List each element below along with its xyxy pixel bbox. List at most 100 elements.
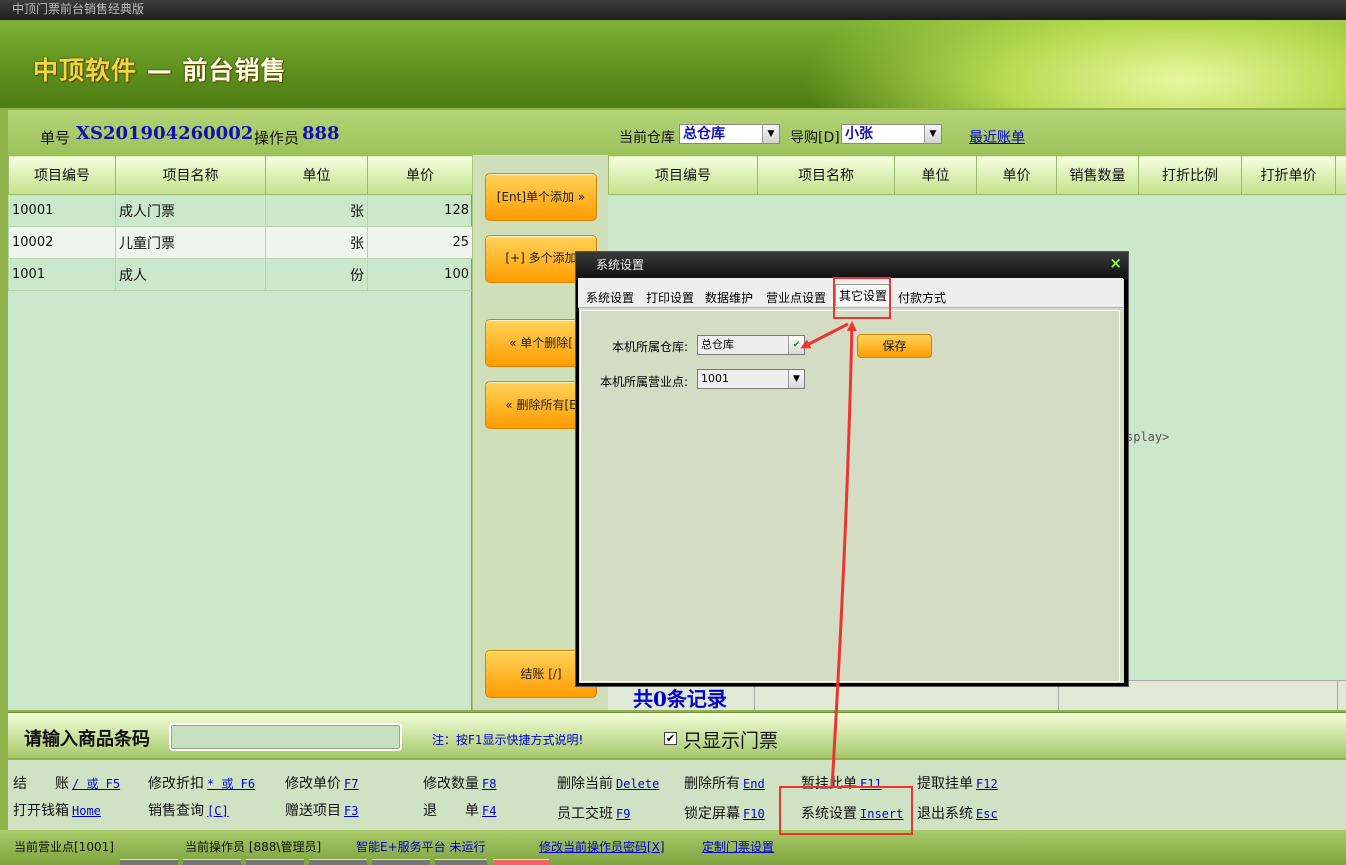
shortcut-price[interactable]: 修改单价 F7 (285, 773, 358, 793)
shortcut-key[interactable]: F12 (976, 777, 998, 791)
shortcut-discount[interactable]: 修改折扣 * 或 F6 (148, 773, 255, 793)
tab-system-settings[interactable]: 系统设置 (586, 289, 634, 306)
shortcut-lock[interactable]: 锁定屏幕 F10 (684, 803, 765, 823)
cell-unit: 张 (265, 226, 368, 259)
col-header-unit[interactable]: 单位 (265, 155, 368, 195)
taskbar-item[interactable] (183, 859, 241, 865)
local-warehouse-label: 本机所属仓库: (612, 340, 689, 354)
brand-logo: 中顶软件 — 前台销售 (33, 51, 286, 87)
taskbar-item[interactable] (435, 859, 487, 865)
order-no-label: 单号 (40, 129, 71, 147)
col-header-name[interactable]: 项目名称 (115, 155, 266, 195)
shortcut-gift[interactable]: 赠送项目 F3 (285, 800, 358, 820)
shortcut-delete-current[interactable]: 删除当前 Delete (557, 773, 659, 793)
col-header-name[interactable]: 项目名称 (757, 155, 895, 195)
add-one-button[interactable]: [Ent]单个添加 » (485, 173, 597, 221)
col-header-code[interactable]: 项目编号 (8, 155, 116, 195)
col-header-unit[interactable]: 单位 (894, 155, 977, 195)
tab-data-maintenance[interactable]: 数据维护 (705, 289, 753, 306)
brand-module: 前台销售 (182, 56, 287, 85)
shortcut-key[interactable]: F3 (344, 804, 358, 818)
local-warehouse-select[interactable]: 总仓库 ✔ (697, 335, 805, 355)
shortcut-key[interactable]: End (743, 777, 765, 791)
barcode-input[interactable] (169, 723, 402, 751)
guide-label: 导购[D] (790, 130, 840, 146)
shortcut-key[interactable]: Delete (616, 777, 659, 791)
shortcut-key[interactable]: / 或 F5 (72, 777, 120, 791)
guide-select[interactable]: 小张 ▼ (841, 124, 942, 144)
col-header-extra (1335, 155, 1346, 195)
save-button[interactable]: 保存 (857, 334, 932, 358)
close-icon[interactable]: × (1109, 254, 1122, 272)
shortcut-key[interactable]: F7 (344, 777, 358, 791)
col-header-discount-rate[interactable]: 打折比例 (1138, 155, 1242, 195)
ticket-setup-link[interactable]: 定制门票设置 (702, 838, 774, 855)
col-header-quantity[interactable]: 销售数量 (1056, 155, 1139, 195)
status-service[interactable]: 智能E+服务平台 未运行 (356, 838, 485, 855)
shortcut-label: 锁定屏幕 (684, 806, 740, 822)
shortcut-refund[interactable]: 退 单 F4 (423, 800, 496, 820)
shortcut-checkout[interactable]: 结 账 / 或 F5 (13, 773, 120, 793)
shortcut-key[interactable]: [C] (207, 804, 229, 818)
shortcut-key[interactable]: F9 (616, 807, 630, 821)
local-branch-value: 1001 (701, 372, 729, 385)
brand-name: 中顶软件 (33, 56, 138, 85)
only-tickets-label[interactable]: 只显示门票 (683, 726, 778, 753)
local-branch-select[interactable]: 1001 ▼ (697, 369, 805, 389)
shortcut-cashbox[interactable]: 打开钱箱 Home (13, 800, 101, 820)
col-header-discount-price[interactable]: 打折单价 (1241, 155, 1336, 195)
window-title: 中顶门票前台销售经典版 (12, 2, 145, 16)
shortcut-label: 提取挂单 (917, 776, 973, 792)
only-tickets-checkbox[interactable]: ✔ (664, 732, 677, 745)
status-branch: 当前营业点[1001] (14, 840, 114, 854)
table-row[interactable]: 1001 成人 份 100 (8, 258, 473, 291)
shortcut-key[interactable]: F4 (482, 804, 496, 818)
recent-bills-link[interactable]: 最近账单 (969, 127, 1025, 147)
taskbar-item[interactable] (246, 859, 304, 865)
tab-payment-methods[interactable]: 付款方式 (898, 289, 946, 306)
footer-cell (1136, 681, 1338, 710)
cell-price: 100 (367, 258, 473, 291)
shortcut-shift[interactable]: 员工交班 F9 (557, 803, 630, 823)
warehouse-select[interactable]: 总仓库 ▼ (679, 124, 780, 144)
shortcut-exit[interactable]: 退出系统 Esc (917, 803, 998, 823)
change-password-link[interactable]: 修改当前操作员密码[X] (539, 838, 665, 855)
table-row[interactable]: 10001 成人门票 张 128 (8, 194, 473, 227)
sale-table: 项目编号 项目名称 单位 单价 销售数量 打折比例 打折单价 (608, 155, 1346, 195)
col-header-code[interactable]: 项目编号 (608, 155, 758, 195)
taskbar-item[interactable] (309, 859, 367, 865)
taskbar-item[interactable] (372, 859, 430, 865)
shortcut-key[interactable]: F10 (743, 807, 765, 821)
warehouse-label: 当前仓库 (619, 130, 675, 146)
shortcut-key[interactable]: * 或 F6 (207, 777, 255, 791)
tab-print-settings[interactable]: 打印设置 (646, 289, 694, 306)
tab-branch-settings[interactable]: 营业点设置 (766, 289, 826, 306)
shortcut-delete-all[interactable]: 删除所有 End (684, 773, 765, 793)
col-header-price[interactable]: 单价 (976, 155, 1057, 195)
shortcut-key[interactable]: Home (72, 804, 101, 818)
col-header-price[interactable]: 单价 (367, 155, 473, 195)
shortcut-sales-query[interactable]: 销售查询 [C] (148, 800, 229, 820)
shortcut-key[interactable]: Esc (976, 807, 998, 821)
highlight-box-tab (833, 277, 891, 319)
dialog-titlebar[interactable]: 系统设置 (576, 252, 1128, 278)
shortcut-key[interactable]: F8 (482, 777, 496, 791)
taskbar-item[interactable] (120, 859, 178, 865)
chevron-down-icon[interactable]: ▼ (924, 125, 941, 143)
chevron-down-icon[interactable]: ▼ (788, 370, 804, 388)
shortcut-quantity[interactable]: 修改数量 F8 (423, 773, 496, 793)
shortcut-retrieve[interactable]: 提取挂单 F12 (917, 773, 998, 793)
table-row[interactable]: 10002 儿童门票 张 25 (8, 226, 473, 259)
operator-label: 操作员 (254, 129, 300, 147)
record-count: 共0条记录 (633, 687, 727, 711)
cell-code: 1001 (8, 258, 116, 291)
cell-name: 儿童门票 (115, 226, 266, 259)
cell-unit: 张 (265, 194, 368, 227)
shortcut-label: 删除所有 (684, 776, 740, 792)
chevron-down-icon[interactable]: ▼ (762, 125, 779, 143)
taskbar-item[interactable] (493, 859, 549, 865)
shortcut-label: 结 账 (13, 776, 69, 792)
chevron-down-icon[interactable]: ✔ (788, 336, 804, 354)
shortcut-label: 赠送项目 (285, 803, 341, 819)
local-branch-label: 本机所属营业点: (600, 375, 689, 389)
